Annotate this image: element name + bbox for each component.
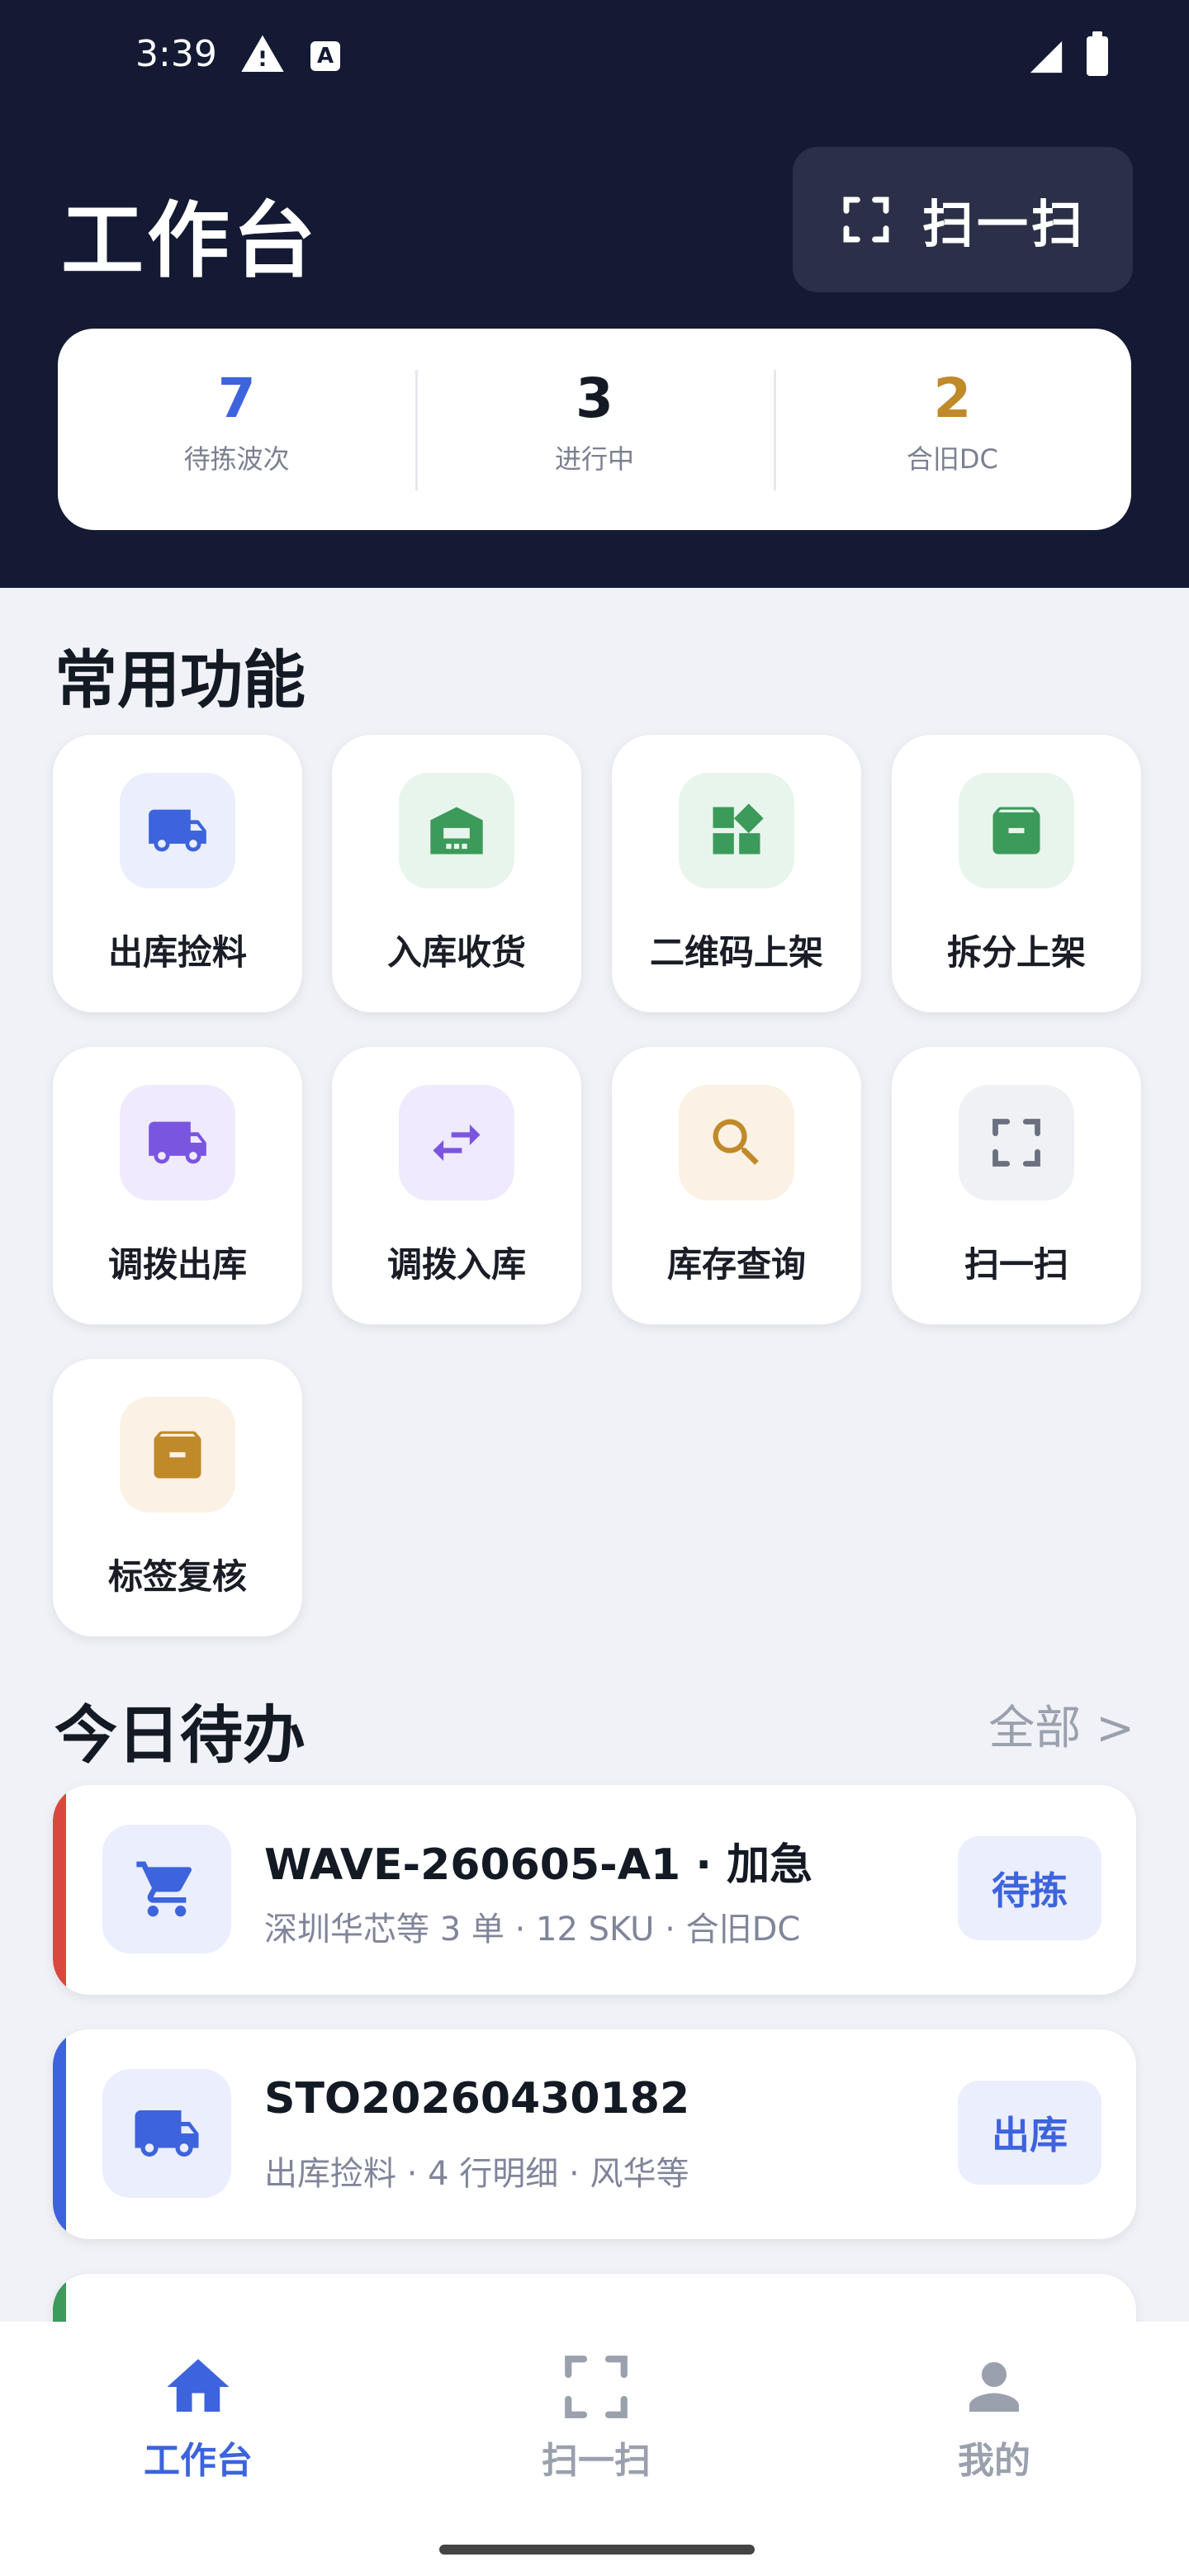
function-tile[interactable]: 出库捡料 (53, 735, 302, 1012)
tile-label: 库存查询 (666, 1244, 806, 1285)
function-tile[interactable]: 扫一扫 (892, 1047, 1141, 1324)
stat-dc[interactable]: 2 合旧DC (773, 329, 1131, 530)
function-tile[interactable]: 调拨出库 (53, 1047, 302, 1324)
truck-icon (149, 1121, 206, 1164)
tile-label: 标签复核 (107, 1556, 247, 1597)
section-title-functions: 常用功能 (54, 643, 306, 717)
view-all-link[interactable]: 全部 > (988, 1691, 1135, 1758)
tile-icon-wrap (399, 773, 514, 888)
nav-tab-mine[interactable]: 我的 (870, 2350, 1118, 2484)
status-bar: 3:39 A (0, 0, 1189, 116)
widgets-icon (713, 803, 764, 855)
tile-label: 调拨入库 (386, 1244, 526, 1285)
scan-icon (843, 197, 889, 243)
header: 3:39 A 工作台 扫一扫 7 待拣波次 3 进行中 2 合旧DC (0, 0, 1189, 588)
tile-icon-wrap (679, 1085, 794, 1200)
function-tile[interactable]: 调拨入库 (332, 1047, 581, 1324)
todo-icon-wrap (102, 1825, 231, 1953)
function-tile[interactable]: 入库收货 (332, 735, 581, 1012)
todo-priority-bar (53, 1785, 66, 1995)
tile-label: 入库收货 (386, 932, 526, 973)
function-tile[interactable]: 库存查询 (612, 1047, 861, 1324)
battery-icon (1087, 31, 1108, 76)
app-notification-icon: A (310, 41, 340, 71)
truck-icon (149, 809, 206, 852)
tile-label: 二维码上架 (649, 932, 823, 973)
stat-label: 待拣波次 (183, 443, 290, 475)
todo-title: STO20260430182 (264, 2074, 690, 2124)
todo-status-badge[interactable]: 出库 (958, 2081, 1101, 2185)
tile-label: 出库捡料 (107, 932, 247, 973)
stats-card: 7 待拣波次 3 进行中 2 合旧DC (58, 329, 1131, 530)
stat-value: 2 (933, 367, 972, 430)
todo-status-badge[interactable]: 待拣 (958, 1836, 1101, 1940)
function-tile[interactable]: 拆分上架 (892, 735, 1141, 1012)
scan-button[interactable]: 扫一扫 (793, 147, 1133, 292)
todo-icon-wrap (102, 2069, 231, 2198)
nav-label: 工作台 (144, 2440, 253, 2482)
alert-icon (241, 35, 284, 72)
tile-icon-wrap (120, 773, 235, 888)
truck-icon (135, 2110, 199, 2157)
tile-icon-wrap (120, 1397, 235, 1513)
tile-icon-wrap (120, 1085, 235, 1200)
todo-card[interactable]: WAVE-260605-A1 · 加急 深圳华芯等 3 单 · 12 SKU ·… (53, 1785, 1136, 1995)
stat-label: 进行中 (554, 443, 634, 475)
home-indicator (439, 2545, 755, 2555)
nav-tab-scan[interactable]: 扫一扫 (472, 2350, 720, 2484)
tile-icon-wrap (959, 1085, 1074, 1200)
nav-label: 我的 (958, 2440, 1030, 2482)
tile-icon-wrap (679, 773, 794, 888)
nav-label: 扫一扫 (542, 2440, 651, 2482)
cart-icon (136, 1861, 192, 1917)
todo-priority-bar (53, 2029, 66, 2239)
scan-icon (992, 1119, 1040, 1167)
function-tile[interactable]: 二维码上架 (612, 735, 861, 1012)
tile-label: 扫一扫 (964, 1244, 1068, 1285)
stat-value: 7 (217, 367, 256, 430)
warehouse-icon (430, 807, 483, 855)
nav-tab-workbench[interactable]: 工作台 (74, 2350, 322, 2484)
todo-subtitle: 出库捡料 · 4 行明细 · 风华等 (264, 2155, 689, 2193)
todo-card[interactable]: STO20260430182 出库捡料 · 4 行明细 · 风华等 出库 (53, 2029, 1136, 2239)
stat-pending-waves[interactable]: 7 待拣波次 (58, 329, 415, 530)
person-icon (969, 2362, 1019, 2412)
todo-title: WAVE-260605-A1 · 加急 (264, 1840, 813, 1890)
archive-icon (992, 807, 1040, 855)
todo-subtitle: 深圳华芯等 3 单 · 12 SKU · 合旧DC (264, 1911, 801, 1949)
stat-value: 3 (576, 367, 613, 430)
stat-in-progress[interactable]: 3 进行中 (415, 329, 773, 530)
tile-icon-wrap (399, 1085, 514, 1200)
tile-label: 调拨出库 (107, 1244, 247, 1285)
bottom-nav: 工作台 扫一扫 我的 (0, 2322, 1189, 2576)
search-icon (713, 1119, 759, 1165)
function-tile[interactable]: 标签复核 (53, 1359, 302, 1636)
status-time: 3:39 (135, 33, 217, 75)
home-icon (167, 2359, 230, 2412)
tile-icon-wrap (959, 773, 1074, 888)
stat-label: 合旧DC (906, 443, 998, 475)
scan-icon (565, 2356, 628, 2418)
scan-button-label: 扫一扫 (921, 194, 1086, 254)
section-title-todos: 今日待办 (54, 1698, 306, 1772)
archive-icon (154, 1431, 201, 1479)
swap-icon (433, 1124, 481, 1162)
signal-icon (1030, 40, 1063, 73)
tile-label: 拆分上架 (946, 932, 1086, 973)
page-title: 工作台 (61, 192, 319, 289)
